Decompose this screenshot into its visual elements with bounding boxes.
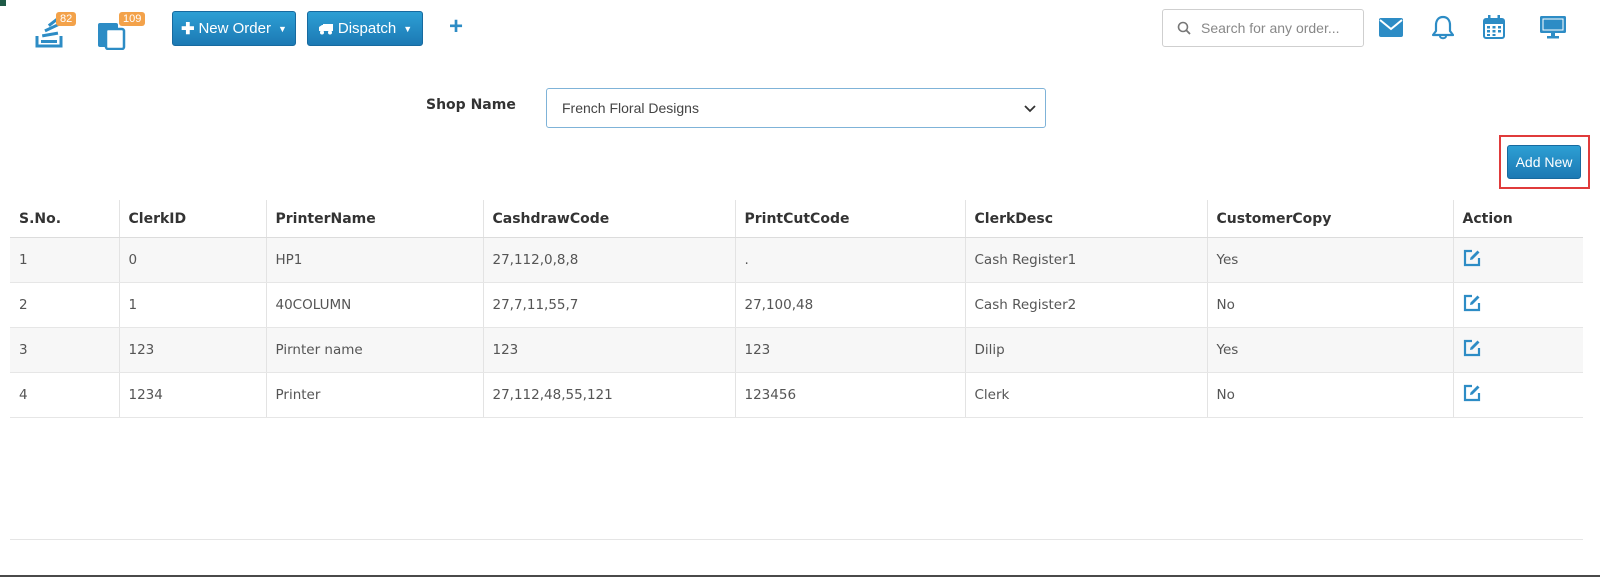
add-plus-icon[interactable]: + xyxy=(449,13,463,41)
truck-icon xyxy=(318,23,333,34)
documents-button[interactable]: 109 xyxy=(97,12,146,50)
cell-printername: 40COLUMN xyxy=(265,282,483,328)
shop-name-select[interactable]: French Floral Designs xyxy=(546,88,1046,128)
orders-count-badge: 82 xyxy=(56,12,77,26)
cell-printcutcode: 123456 xyxy=(734,372,965,418)
header-action: Action xyxy=(1452,200,1583,238)
shop-name-label: Shop Name xyxy=(426,97,516,113)
add-new-button[interactable]: Add New xyxy=(1507,145,1581,179)
cell-printcutcode: 123 xyxy=(734,327,965,373)
cell-sno: 4 xyxy=(10,372,119,418)
cell-clerkdesc: Dilip xyxy=(964,327,1207,373)
dispatch-button[interactable]: Dispatch ▼ xyxy=(307,11,423,46)
cell-printername: Pirnter name xyxy=(265,327,483,373)
plus-icon: ✚ xyxy=(181,20,195,38)
documents-count-badge: 109 xyxy=(119,12,146,26)
monitor-icon[interactable] xyxy=(1540,16,1566,39)
cell-action xyxy=(1452,327,1583,373)
header-printername[interactable]: PrinterName xyxy=(265,200,483,238)
table-row: 3 123 Pirnter name 123 123 Dilip Yes xyxy=(10,327,1583,373)
edit-icon[interactable] xyxy=(1463,384,1481,402)
order-search xyxy=(1162,9,1364,47)
edit-icon[interactable] xyxy=(1463,294,1481,312)
header-sno[interactable]: S.No. xyxy=(10,200,119,238)
shop-selected-value: French Floral Designs xyxy=(562,100,699,116)
top-toolbar: 82 109 ✚ New Order ▼ Dispatch ▼ + xyxy=(0,0,1600,58)
cell-clerkid: 1 xyxy=(118,282,266,328)
cell-action xyxy=(1452,282,1583,328)
cell-customercopy: No xyxy=(1206,282,1453,328)
edit-icon[interactable] xyxy=(1463,339,1481,357)
cell-clerkid: 1234 xyxy=(118,372,266,418)
header-clerkid[interactable]: ClerkID xyxy=(118,200,266,238)
caret-down-icon: ▼ xyxy=(403,23,413,34)
mail-icon[interactable] xyxy=(1379,18,1403,37)
table-header-row: S.No. ClerkID PrinterName CashdrawCode P… xyxy=(10,200,1583,238)
cell-clerkid: 0 xyxy=(118,237,266,283)
dispatch-label: Dispatch xyxy=(337,20,397,37)
cell-printcutcode: 27,100,48 xyxy=(734,282,965,328)
new-order-button[interactable]: ✚ New Order ▼ xyxy=(172,11,296,46)
cell-cashdrawcode: 27,7,11,55,7 xyxy=(482,282,735,328)
cell-cashdrawcode: 27,112,48,55,121 xyxy=(482,372,735,418)
header-printcutcode[interactable]: PrintCutCode xyxy=(734,200,965,238)
cell-customercopy: Yes xyxy=(1206,327,1453,373)
cell-clerkid: 123 xyxy=(118,327,266,373)
header-customercopy[interactable]: CustomerCopy xyxy=(1206,200,1453,238)
cell-clerkdesc: Cash Register1 xyxy=(964,237,1207,283)
caret-down-icon: ▼ xyxy=(278,23,287,34)
bell-icon[interactable] xyxy=(1432,15,1454,40)
table-row: 4 1234 Printer 27,112,48,55,121 123456 C… xyxy=(10,372,1583,418)
header-clerkdesc[interactable]: ClerkDesc xyxy=(964,200,1207,238)
cell-printcutcode: . xyxy=(734,237,965,283)
cell-customercopy: No xyxy=(1206,372,1453,418)
header-cashdrawcode[interactable]: CashdrawCode xyxy=(482,200,735,238)
add-new-highlight: Add New xyxy=(1499,135,1590,189)
calendar-icon[interactable] xyxy=(1483,15,1505,39)
cell-printername: Printer xyxy=(265,372,483,418)
table-footer-divider xyxy=(10,539,1583,540)
cell-sno: 3 xyxy=(10,327,119,373)
orders-stack-button[interactable]: 82 xyxy=(34,12,77,48)
clerk-printer-table: S.No. ClerkID PrinterName CashdrawCode P… xyxy=(10,200,1583,418)
cell-sno: 2 xyxy=(10,282,119,328)
search-icon xyxy=(1177,21,1191,35)
cell-clerkdesc: Cash Register2 xyxy=(964,282,1207,328)
cell-clerkdesc: Clerk xyxy=(964,372,1207,418)
table-row: 1 0 HP1 27,112,0,8,8 . Cash Register1 Ye… xyxy=(10,237,1583,283)
new-order-label: New Order xyxy=(198,20,271,37)
chevron-down-icon xyxy=(1024,105,1036,113)
cell-cashdrawcode: 123 xyxy=(482,327,735,373)
table-row: 2 1 40COLUMN 27,7,11,55,7 27,100,48 Cash… xyxy=(10,282,1583,328)
search-input[interactable] xyxy=(1199,19,1363,37)
cell-printername: HP1 xyxy=(265,237,483,283)
cell-cashdrawcode: 27,112,0,8,8 xyxy=(482,237,735,283)
cell-sno: 1 xyxy=(10,237,119,283)
cell-action xyxy=(1452,237,1583,283)
cell-action xyxy=(1452,372,1583,418)
edit-icon[interactable] xyxy=(1463,249,1481,267)
cell-customercopy: Yes xyxy=(1206,237,1453,283)
